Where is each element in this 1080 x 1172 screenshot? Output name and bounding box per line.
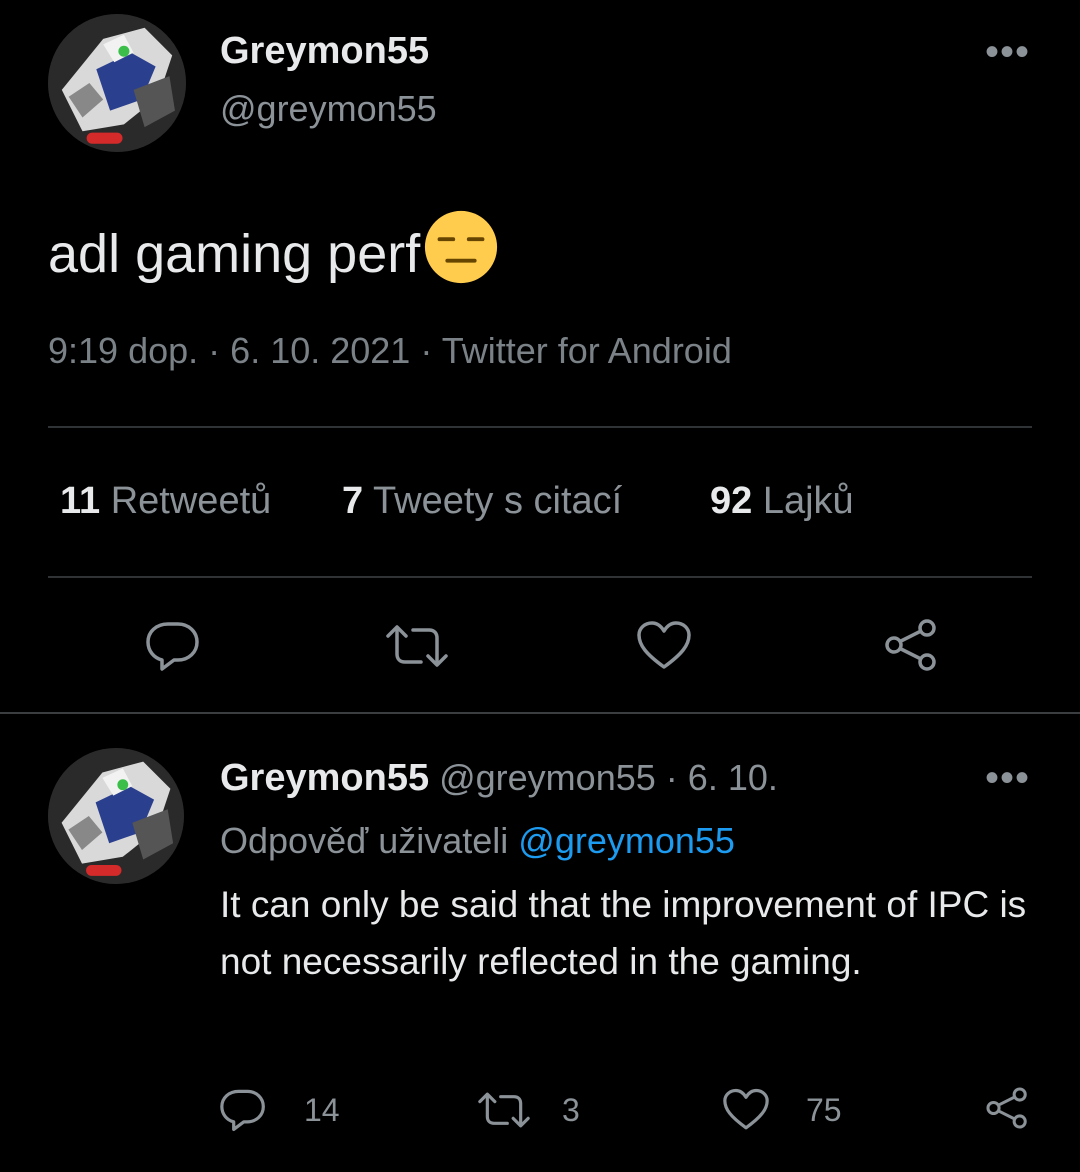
reply-text: It can only be said that the improvement… (220, 884, 1027, 982)
tweet-source[interactable]: Twitter for Android (442, 330, 732, 371)
tweet-text: adl gaming perf (48, 208, 500, 286)
divider (48, 576, 1032, 578)
meta-separator: · (420, 330, 433, 371)
retweet-icon[interactable] (384, 622, 450, 670)
tweet-meta: 9:19 dop. · 6. 10. 2021 · Twitter for An… (48, 330, 732, 372)
reply-author-name[interactable]: Greymon55 (220, 757, 429, 799)
reply-icon[interactable] (146, 620, 200, 672)
reply-header: Greymon55 @greymon55 · 6. 10. (220, 757, 778, 800)
author-handle[interactable]: @greymon55 (220, 88, 437, 130)
avatar-robot-image (48, 14, 186, 152)
likes-count: 92 (710, 480, 753, 522)
reply-reply-icon[interactable] (220, 1088, 266, 1132)
like-icon[interactable] (636, 620, 692, 672)
likes-label: Lajků (762, 480, 854, 522)
reply-more-options-icon[interactable]: ••• (985, 756, 1030, 801)
reply-like-icon[interactable] (722, 1088, 770, 1132)
reply-retweet-icon[interactable] (476, 1090, 532, 1130)
reply-separator: · (665, 757, 678, 798)
tweet-date[interactable]: 6. 10. 2021 (230, 330, 410, 371)
reply-author-avatar[interactable] (48, 748, 184, 884)
more-options-icon[interactable]: ••• (985, 30, 1030, 75)
reply-share-icon[interactable] (984, 1086, 1030, 1130)
tweet-text-content: adl gaming perf (48, 224, 421, 284)
divider (0, 712, 1080, 714)
author-avatar[interactable] (48, 14, 186, 152)
retweets-stat[interactable]: 11 Retweetů (60, 480, 271, 523)
quotes-count: 7 (342, 480, 364, 522)
retweets-count: 11 (60, 480, 101, 522)
avatar-robot-image (48, 748, 184, 884)
tweet-time[interactable]: 9:19 dop. (48, 330, 198, 371)
reply-like-count: 75 (806, 1092, 842, 1128)
share-icon[interactable] (882, 618, 940, 672)
reply-retweet-count: 3 (562, 1092, 580, 1128)
quotes-label: Tweety s citací (373, 480, 623, 522)
expressionless-face-icon (422, 208, 500, 286)
replying-to: Odpověď uživateli @greymon55 (220, 820, 735, 862)
quotes-stat[interactable]: 7 Tweety s citací (342, 480, 622, 523)
author-name[interactable]: Greymon55 (220, 30, 429, 73)
replying-to-label: Odpověď uživateli (220, 820, 509, 861)
likes-stat[interactable]: 92 Lajků (710, 480, 854, 523)
reply-reply-count: 14 (304, 1092, 340, 1128)
reply-date[interactable]: 6. 10. (688, 757, 778, 798)
divider (48, 426, 1032, 428)
retweets-label: Retweetů (110, 480, 272, 522)
reply-author-handle[interactable]: @greymon55 (439, 757, 656, 798)
replying-to-handle[interactable]: @greymon55 (518, 820, 735, 861)
meta-separator: · (208, 330, 221, 371)
